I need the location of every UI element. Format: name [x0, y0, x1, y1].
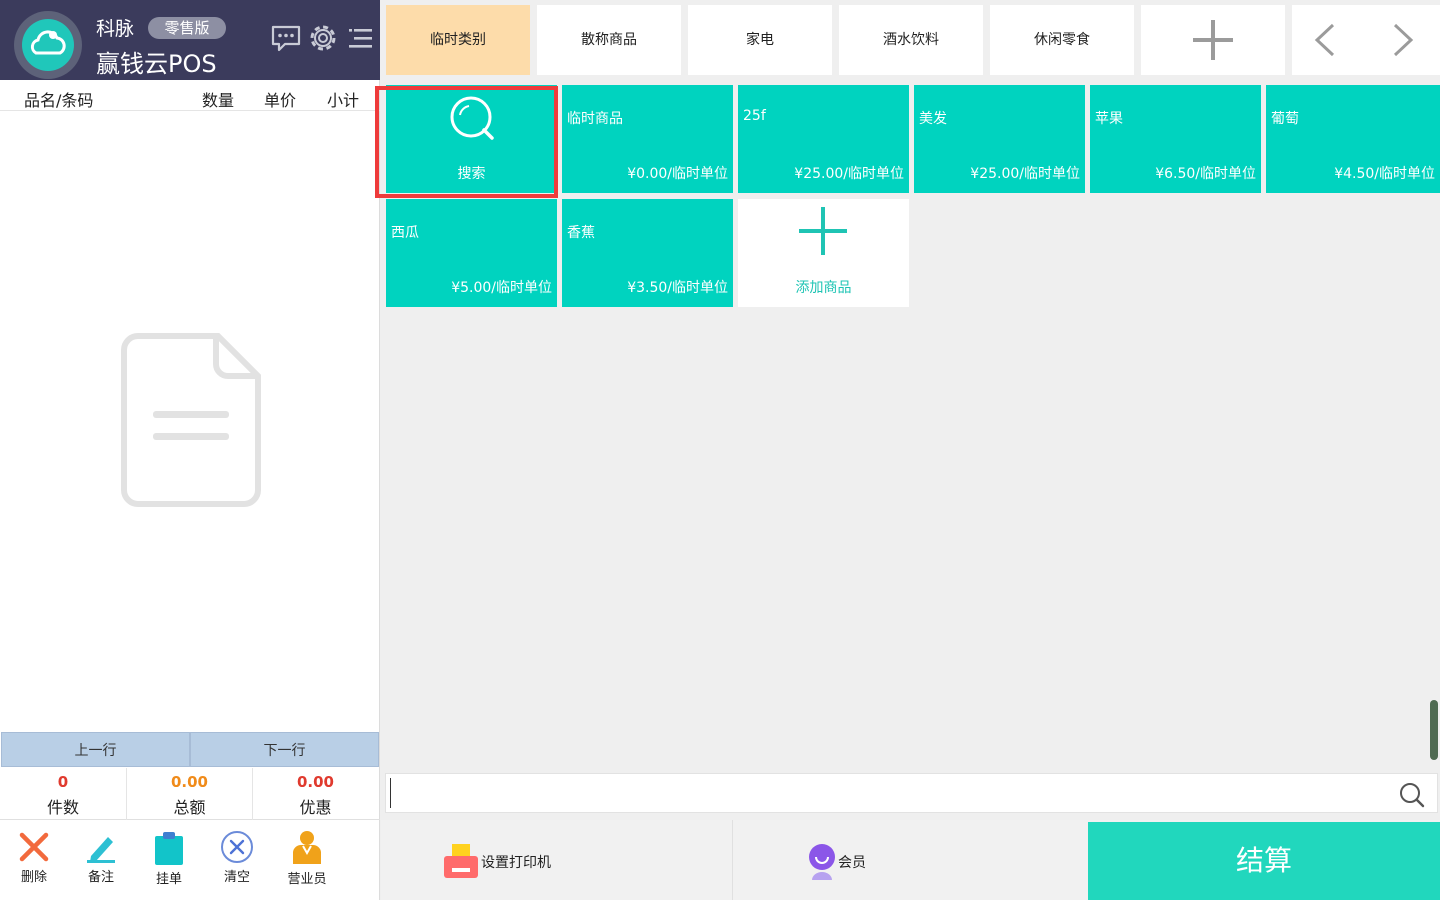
product-name: 香蕉 [567, 225, 595, 241]
product-tile[interactable]: 香蕉 ¥3.50/临时单位 [562, 199, 733, 307]
empty-document-icon [120, 332, 264, 512]
product-tile[interactable]: 美发 ¥25.00/临时单位 [914, 85, 1085, 193]
product-name: 美发 [919, 111, 947, 127]
category-tab-1[interactable]: 临时类别 [386, 5, 530, 75]
delete-label: 删除 [20, 870, 47, 885]
category-pager [1292, 5, 1440, 75]
delete-button[interactable]: 删除 [6, 830, 62, 885]
item-count-value: 0 [57, 773, 69, 791]
category-tab-4[interactable]: 酒水饮料 [839, 5, 983, 75]
gear-icon[interactable] [307, 22, 339, 56]
add-product-tile[interactable]: 添加商品 [738, 199, 909, 307]
prev-row-button[interactable]: 上一行 [1, 732, 190, 767]
message-icon[interactable] [270, 22, 302, 56]
column-name: 品名/条码 [24, 91, 94, 110]
product-price: ¥0.00/临时单位 [627, 166, 728, 182]
order-table-header: 品名/条码 数量 单价 小计 [0, 80, 380, 111]
hold-order-button[interactable]: 挂单 [141, 830, 197, 887]
clear-circle-icon [221, 831, 253, 863]
cashier-icon [293, 831, 321, 864]
product-price: ¥25.00/临时单位 [794, 166, 904, 182]
discount: 0.00 优惠 [252, 768, 378, 820]
item-count-label: 件数 [46, 798, 79, 817]
column-unit-price: 单价 [264, 91, 297, 110]
order-panel: 科脉 零售版 赢钱云POS 品名/条码 数量 单价 小计 上一行 下一行 0 件… [0, 0, 380, 900]
close-icon [19, 832, 49, 862]
product-price: ¥4.50/临时单位 [1334, 166, 1435, 182]
printer-settings-label: 设置打印机 [481, 855, 551, 871]
checkout-button[interactable]: 结算 [1088, 822, 1440, 900]
total-amount: 0.00 总额 [126, 768, 252, 820]
product-tile[interactable]: 苹果 ¥6.50/临时单位 [1090, 85, 1261, 193]
order-summary: 0 件数 0.00 总额 0.00 优惠 [0, 768, 380, 820]
member-button[interactable]: 会员 [734, 820, 1088, 900]
plus-icon [799, 207, 847, 255]
cashier-label: 营业员 [287, 872, 327, 887]
member-label: 会员 [838, 855, 866, 871]
pos-app: 科脉 零售版 赢钱云POS 品名/条码 数量 单价 小计 上一行 下一行 0 件… [0, 0, 1440, 900]
add-product-label: 添加商品 [795, 280, 852, 296]
discount-label: 优惠 [299, 798, 332, 817]
row-navigation: 上一行 下一行 [0, 732, 380, 767]
search-input[interactable] [390, 778, 1390, 808]
product-name: 25f [743, 108, 766, 124]
order-actions: 删除 备注 挂单 清空 营业员 [0, 822, 380, 900]
item-count: 0 件数 [0, 768, 126, 820]
product-name: 苹果 [1095, 111, 1123, 127]
clear-button[interactable]: 清空 [209, 830, 265, 885]
clear-label: 清空 [223, 870, 250, 885]
app-logo [14, 11, 82, 79]
scrollbar-thumb[interactable] [1430, 700, 1438, 760]
column-subtotal: 小计 [327, 91, 360, 110]
next-row-button[interactable]: 下一行 [190, 732, 379, 767]
product-tile[interactable]: 葡萄 ¥4.50/临时单位 [1266, 85, 1440, 193]
hold-order-label: 挂单 [155, 872, 182, 887]
search-icon [450, 96, 494, 140]
plus-icon [1193, 20, 1233, 60]
category-tab-5[interactable]: 休闲零食 [990, 5, 1134, 75]
cashier-button[interactable]: 营业员 [279, 830, 335, 887]
product-price: ¥3.50/临时单位 [627, 280, 728, 296]
brand-header: 科脉 零售版 赢钱云POS [0, 0, 380, 80]
search-tile-label: 搜索 [457, 166, 486, 182]
printer-settings-button[interactable]: 设置打印机 [381, 820, 733, 900]
product-price: ¥25.00/临时单位 [970, 166, 1080, 182]
chevron-left-icon[interactable] [1314, 23, 1335, 57]
clipboard-icon [155, 832, 183, 865]
product-name: 临时商品 [567, 111, 623, 127]
total-amount-value: 0.00 [170, 773, 208, 791]
discount-value: 0.00 [296, 773, 334, 791]
product-price: ¥6.50/临时单位 [1155, 166, 1256, 182]
product-tile[interactable]: 临时商品 ¥0.00/临时单位 [562, 85, 733, 193]
total-amount-label: 总额 [173, 798, 206, 817]
barcode-search-bar [385, 773, 1438, 813]
category-tab-3[interactable]: 家电 [688, 5, 832, 75]
member-icon [809, 844, 835, 880]
add-category-button[interactable] [1141, 5, 1285, 75]
edition-badge: 零售版 [148, 17, 226, 39]
column-quantity: 数量 [202, 91, 235, 110]
note-label: 备注 [87, 870, 114, 885]
product-name: 葡萄 [1271, 111, 1299, 127]
product-price: ¥5.00/临时单位 [451, 280, 552, 296]
product-tile[interactable]: 25f ¥25.00/临时单位 [738, 85, 909, 193]
printer-icon [444, 844, 478, 878]
note-button[interactable]: 备注 [73, 830, 129, 885]
search-icon[interactable] [1399, 782, 1425, 808]
cloud-cat-icon [30, 30, 66, 55]
bottom-bar: 设置打印机 会员 结算 [381, 820, 1440, 900]
product-name: 赢钱云POS [96, 50, 217, 78]
search-tile[interactable]: 搜索 [386, 85, 557, 193]
product-tile[interactable]: 西瓜 ¥5.00/临时单位 [386, 199, 557, 307]
product-name: 西瓜 [391, 225, 419, 241]
menu-icon[interactable] [345, 22, 377, 56]
chevron-right-icon[interactable] [1393, 23, 1414, 57]
company-name: 科脉 [96, 18, 135, 40]
category-tab-2[interactable]: 散称商品 [537, 5, 681, 75]
pen-icon [87, 837, 115, 863]
